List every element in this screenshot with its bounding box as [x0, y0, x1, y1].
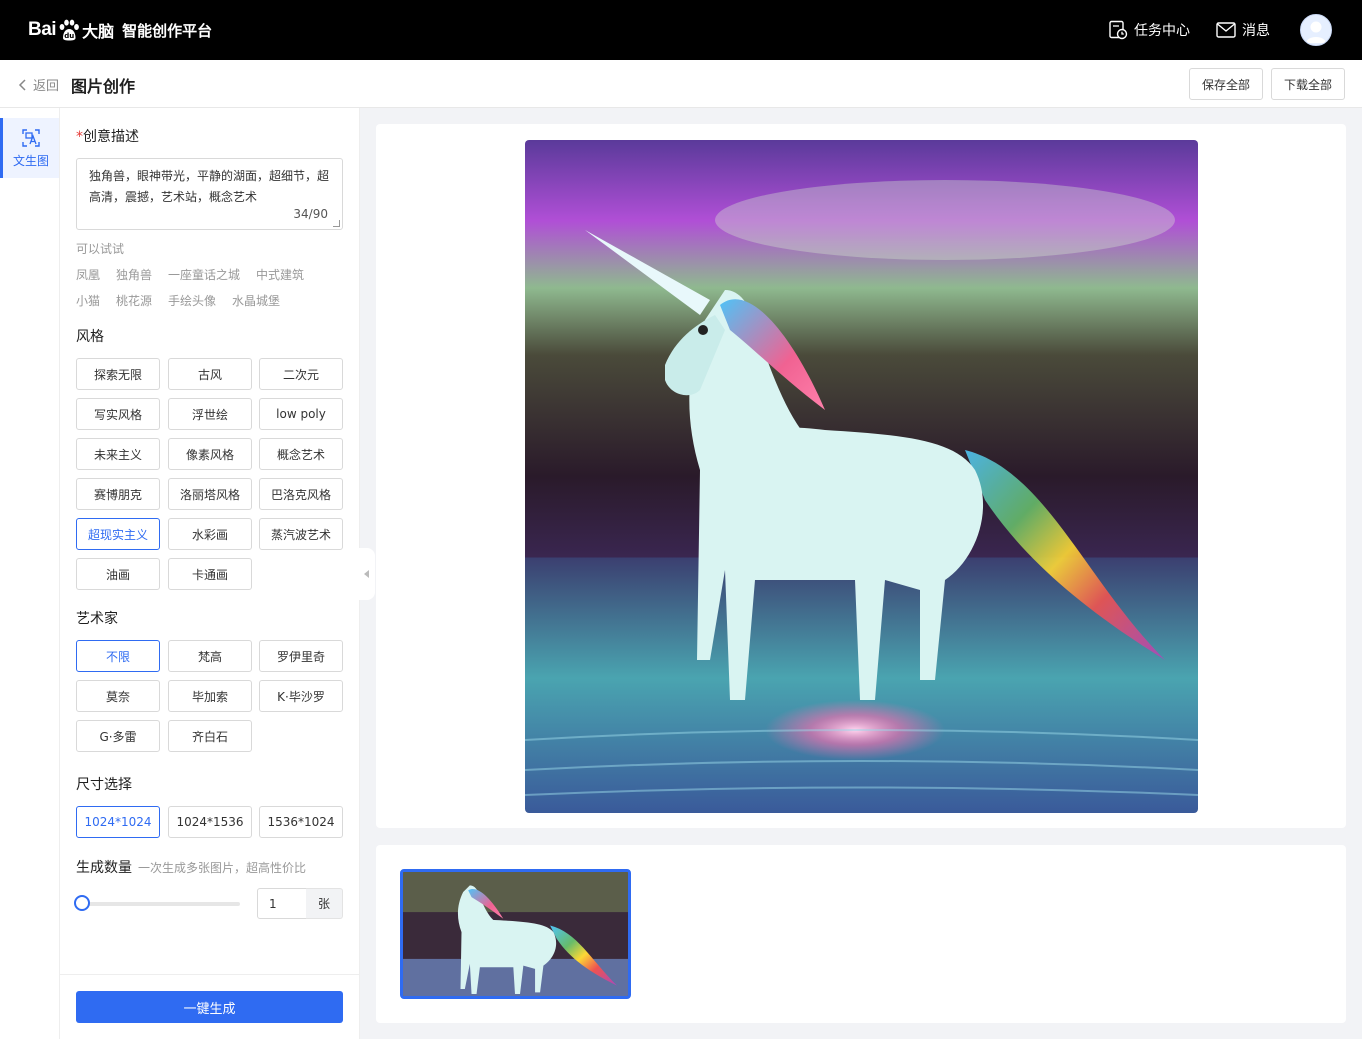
user-avatar[interactable] — [1300, 14, 1332, 46]
rail-item-label: 文生图 — [12, 153, 49, 168]
artist-option[interactable]: 莫奈 — [76, 680, 160, 712]
style-option[interactable]: 水彩画 — [168, 518, 252, 550]
style-option[interactable]: 像素风格 — [168, 438, 252, 470]
style-option[interactable]: 赛博朋克 — [76, 478, 160, 510]
char-counter: 34/90 — [293, 207, 328, 221]
style-option[interactable]: 卡通画 — [168, 558, 252, 590]
quantity-input[interactable]: 1 — [257, 888, 307, 919]
resize-handle[interactable] — [333, 220, 340, 227]
artist-option[interactable]: 罗伊里奇 — [259, 640, 343, 672]
unicorn-artwork — [525, 140, 1198, 813]
quantity-label: 生成数量 一次生成多张图片，超高性价比 — [76, 857, 306, 877]
page-title: 图片创作 — [71, 77, 136, 96]
style-option[interactable]: 巴洛克风格 — [259, 478, 343, 510]
text-to-image-icon — [22, 128, 40, 147]
style-option[interactable]: 二次元 — [259, 358, 343, 390]
style-option-selected[interactable]: 超现实主义 — [76, 518, 160, 550]
size-option[interactable]: 1536*1024 — [259, 806, 343, 838]
mail-icon — [1216, 22, 1236, 38]
page-header: 返回 图片创作 保存全部 下载全部 — [0, 60, 1362, 108]
quantity-label-text: 生成数量 — [76, 860, 132, 876]
save-all-button[interactable]: 保存全部 — [1189, 68, 1263, 100]
left-rail: 文生图 — [0, 108, 60, 1039]
style-option[interactable]: 未来主义 — [76, 438, 160, 470]
baidu-brain-logo[interactable]: Bai du 大脑 智能创作平台 — [28, 17, 212, 43]
prompt-label-text: 创意描述 — [83, 129, 139, 145]
collapse-panel-toggle[interactable] — [359, 548, 375, 600]
size-option[interactable]: 1024*1536 — [168, 806, 252, 838]
quantity-slider-handle[interactable] — [74, 895, 90, 911]
suggestions-row-2: 小猫 桃花源 手绘头像 水晶城堡 — [76, 292, 280, 309]
style-option[interactable]: 概念艺术 — [259, 438, 343, 470]
artist-option[interactable]: 梵高 — [168, 640, 252, 672]
artist-option-selected[interactable]: 不限 — [76, 640, 160, 672]
artist-option[interactable]: K·毕沙罗 — [259, 680, 343, 712]
messages-link[interactable]: 消息 — [1216, 20, 1270, 40]
task-center-label: 任务中心 — [1134, 23, 1190, 39]
panel-divider — [60, 974, 360, 975]
style-option[interactable]: low poly — [259, 398, 343, 430]
quantity-unit: 张 — [306, 888, 343, 919]
generate-button[interactable]: 一键生成 — [76, 991, 343, 1023]
prompt-text: 独角兽，眼神带光，平静的湖面，超细节，超高清，震撼，艺术站，概念艺术 — [89, 169, 330, 204]
top-nav: 任务中心 消息 — [1108, 0, 1362, 60]
settings-panel: *创意描述 独角兽，眼神带光，平静的湖面，超细节，超高清，震撼，艺术站，概念艺术… — [60, 108, 360, 1039]
style-option[interactable]: 浮世绘 — [168, 398, 252, 430]
style-option[interactable]: 蒸汽波艺术 — [259, 518, 343, 550]
prompt-label: *创意描述 — [76, 126, 139, 146]
messages-label: 消息 — [1242, 23, 1270, 39]
generated-image[interactable] — [525, 140, 1198, 813]
quantity-slider-track[interactable] — [82, 902, 240, 906]
platform-name: 智能创作平台 — [122, 21, 213, 40]
chevron-left-icon — [18, 78, 26, 91]
suggestion-chip[interactable]: 中式建筑 — [256, 266, 304, 283]
required-mark: * — [76, 129, 83, 145]
svg-text:du: du — [64, 32, 74, 40]
image-preview-card — [376, 124, 1346, 828]
style-option[interactable]: 油画 — [76, 558, 160, 590]
style-label: 风格 — [76, 329, 104, 345]
style-option[interactable]: 古风 — [168, 358, 252, 390]
suggestion-chip[interactable]: 手绘头像 — [168, 292, 216, 309]
style-option[interactable]: 探索无限 — [76, 358, 160, 390]
suggestion-chip[interactable]: 水晶城堡 — [232, 292, 280, 309]
download-all-button[interactable]: 下载全部 — [1271, 68, 1345, 100]
logo-text-bai: Bai — [28, 19, 57, 40]
suggestion-chip[interactable]: 独角兽 — [116, 266, 152, 283]
suggestion-chip[interactable]: 小猫 — [76, 292, 100, 309]
style-option[interactable]: 写实风格 — [76, 398, 160, 430]
artist-option[interactable]: 毕加索 — [168, 680, 252, 712]
suggestions-row-1: 凤凰 独角兽 一座童话之城 中式建筑 — [76, 266, 304, 283]
top-bar: Bai du 大脑 智能创作平台 任务中心 消息 — [0, 0, 1362, 60]
back-label: 返回 — [33, 79, 60, 94]
artist-option[interactable]: 齐白石 — [168, 720, 252, 752]
task-center-link[interactable]: 任务中心 — [1108, 20, 1190, 40]
logo-text-brain: 大脑 — [82, 22, 115, 41]
suggestion-chip[interactable]: 桃花源 — [116, 292, 152, 309]
back-link[interactable]: 返回 — [18, 75, 59, 94]
quantity-hint: 一次生成多张图片，超高性价比 — [138, 861, 307, 875]
size-option-selected[interactable]: 1024*1024 — [76, 806, 160, 838]
prompt-textarea[interactable]: 独角兽，眼神带光，平静的湖面，超细节，超高清，震撼，艺术站，概念艺术 34/90 — [76, 158, 343, 230]
thumbnail-strip — [376, 845, 1346, 1023]
rail-item-text-to-image[interactable]: 文生图 — [0, 118, 59, 178]
unicorn-thumbnail — [403, 872, 628, 996]
thumbnail-selected[interactable] — [400, 869, 631, 999]
user-silhouette-icon — [1306, 21, 1326, 43]
suggestions-label: 可以试试 — [76, 242, 125, 256]
caret-left-icon — [364, 570, 369, 578]
artist-option[interactable]: G·多雷 — [76, 720, 160, 752]
suggestion-chip[interactable]: 一座童话之城 — [168, 266, 240, 283]
size-label: 尺寸选择 — [76, 777, 132, 793]
suggestion-chip[interactable]: 凤凰 — [76, 266, 100, 283]
paw-logo-icon: du — [59, 19, 79, 41]
task-clock-icon — [1109, 20, 1128, 40]
style-option[interactable]: 洛丽塔风格 — [168, 478, 252, 510]
artist-label: 艺术家 — [76, 611, 118, 627]
